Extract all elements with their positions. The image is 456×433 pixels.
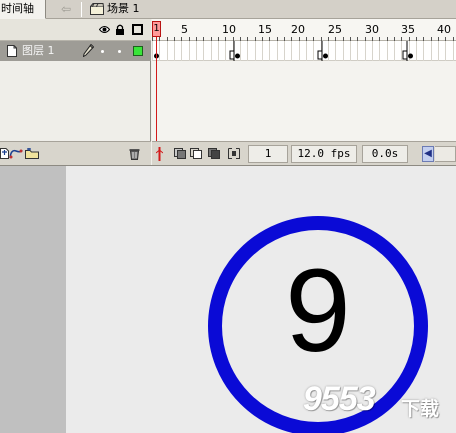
ruler-label: 10 <box>222 23 236 36</box>
watermark-text: 9553 <box>303 380 376 418</box>
layer-page-icon <box>7 45 17 57</box>
playhead-frame-label: 1 <box>153 23 160 34</box>
ruler-label: 15 <box>258 23 272 36</box>
visibility-dot[interactable] <box>101 50 104 53</box>
edit-multiple-icon[interactable] <box>208 148 220 159</box>
scene-icon <box>90 3 104 15</box>
frame-row[interactable] <box>152 41 456 61</box>
add-layer-icon[interactable] <box>0 148 9 159</box>
frame-end-marker <box>229 50 235 60</box>
tab-timeline[interactable]: 时间轴 <box>0 0 46 19</box>
horizontal-scrollbar[interactable] <box>435 146 456 162</box>
ruler-label: 5 <box>181 23 188 36</box>
add-folder-icon[interactable] <box>25 148 39 159</box>
scroll-left-button[interactable]: ◀ <box>422 146 434 162</box>
keyframe-dot[interactable] <box>323 53 328 59</box>
layer-color-square[interactable] <box>133 46 143 56</box>
frame-end-marker <box>402 50 408 60</box>
ruler-label: 25 <box>328 23 342 36</box>
toolbar-separator <box>81 2 82 17</box>
frame-rate-readout[interactable]: 12.0 fps <box>291 145 357 163</box>
layer-header <box>0 19 151 41</box>
frames-footer: 1 12.0 fps 0.0s ◀ <box>152 141 456 165</box>
keyframe-dot[interactable] <box>235 53 240 59</box>
add-guide-icon[interactable] <box>9 148 23 159</box>
lock-icon[interactable] <box>115 24 125 35</box>
ruler-label: 40 <box>437 23 451 36</box>
keyframe-dot[interactable] <box>408 53 413 59</box>
current-frame-readout: 1 <box>248 145 288 163</box>
back-arrow-icon[interactable]: ⇦ <box>55 2 77 17</box>
frame-end-marker <box>317 50 323 60</box>
onion-skin-icon[interactable] <box>174 148 186 159</box>
frames-area[interactable]: 5 10 15 20 25 30 35 40 1 1 12.0 fps 0.0s… <box>152 19 456 165</box>
lock-dot[interactable] <box>118 50 121 53</box>
center-frame-icon[interactable] <box>156 147 163 161</box>
frame-ruler[interactable]: 5 10 15 20 25 30 35 40 <box>152 19 456 41</box>
layer-footer <box>0 141 151 165</box>
ruler-label: 30 <box>365 23 379 36</box>
watermark-suffix: 下载 <box>401 399 440 420</box>
timeline-panel: 图层 1 5 10 15 20 25 30 35 40 1 1 12.0 fps… <box>0 19 456 165</box>
eye-icon[interactable] <box>99 25 110 34</box>
layer-name[interactable]: 图层 1 <box>22 41 55 60</box>
ruler-label: 20 <box>291 23 305 36</box>
countdown-digit[interactable]: 9 <box>208 246 428 376</box>
layer-row[interactable]: 图层 1 <box>0 41 151 61</box>
ruler-label: 35 <box>401 23 415 36</box>
pencil-icon <box>83 44 94 57</box>
elapsed-time-readout: 0.0s <box>362 145 408 163</box>
outline-icon[interactable] <box>132 24 143 35</box>
layer-panel: 图层 1 <box>0 19 151 165</box>
trash-icon[interactable] <box>129 147 140 160</box>
top-bar: 时间轴 ⇦ 场景 1 <box>0 0 456 19</box>
frame-cells <box>152 41 454 61</box>
scene-label[interactable]: 场景 1 <box>107 0 140 18</box>
watermark-logo: 9553 下载 <box>303 378 453 432</box>
playhead-line[interactable] <box>156 27 157 141</box>
onion-markers-icon[interactable] <box>228 148 240 159</box>
onion-outline-icon[interactable] <box>190 148 202 159</box>
